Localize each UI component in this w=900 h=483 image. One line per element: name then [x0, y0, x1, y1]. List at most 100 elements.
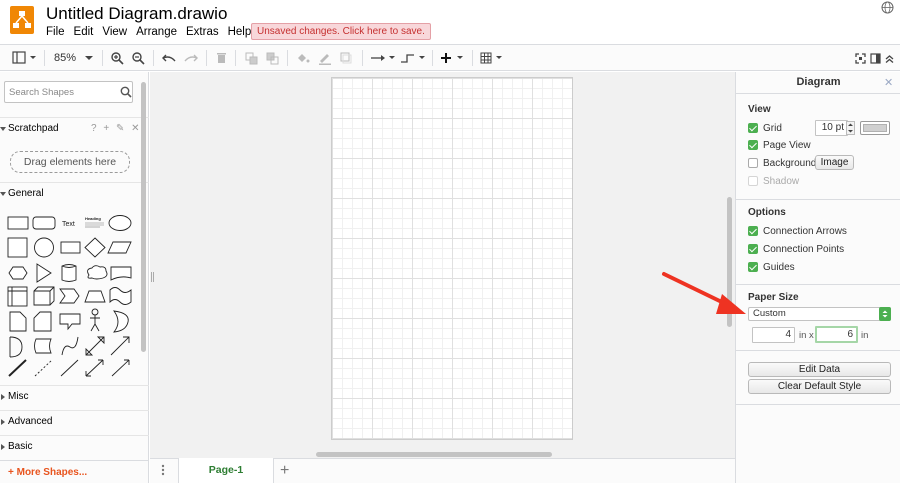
connection-style-dropdown[interactable] [370, 50, 396, 66]
more-shapes-button[interactable]: + More Shapes... [0, 460, 149, 483]
undo-button[interactable] [162, 50, 176, 66]
double-chevron-up-icon [885, 54, 893, 63]
paper-size-select[interactable]: Custom [748, 307, 891, 321]
add-page-button[interactable]: + [280, 462, 289, 480]
edit-data-button[interactable]: Edit Data [748, 362, 891, 377]
trapezoid-shape [84, 290, 106, 303]
insert-dropdown[interactable] [440, 50, 466, 66]
caret-right-icon [1, 444, 5, 450]
waypoint-icon [401, 54, 425, 63]
page-view-checkbox[interactable] [748, 140, 758, 150]
grip-icon [151, 272, 154, 282]
document-title[interactable]: Untitled Diagram.drawio [46, 4, 227, 24]
connection-points-row[interactable]: Connection Points [748, 242, 844, 256]
options-section: Options Connection Arrows Connection Poi… [736, 199, 900, 284]
menu-file[interactable]: File [46, 26, 74, 38]
menu-extras[interactable]: Extras [186, 26, 228, 38]
general-header[interactable]: General [0, 182, 149, 204]
unsaved-changes-notice[interactable]: Unsaved changes. Click here to save. [251, 23, 431, 40]
search-icon[interactable] [120, 86, 132, 98]
bidirectional-connector-shape [85, 359, 104, 377]
grid-size-stepper-icon[interactable] [846, 121, 855, 135]
fullscreen-button[interactable] [854, 50, 866, 66]
waypoints-dropdown[interactable] [400, 50, 426, 66]
panel-layout-icon [12, 51, 36, 64]
grid-checkbox-row[interactable]: Grid [748, 121, 782, 135]
zoom-in-button[interactable] [110, 50, 124, 66]
pages-menu-icon[interactable] [161, 464, 165, 476]
annotation-arrow-icon [662, 272, 746, 314]
to-back-icon [266, 52, 279, 64]
advanced-header[interactable]: Advanced [0, 410, 149, 432]
close-icon[interactable]: ✕ [884, 76, 893, 89]
page-view-checkbox-row[interactable]: Page View [748, 138, 811, 152]
scratchpad-tools[interactable]: ? + ✎ ✕ [91, 118, 142, 140]
background-checkbox-row[interactable]: Background [748, 156, 816, 170]
format-panel-button[interactable] [869, 50, 881, 66]
general-shapes-palette[interactable]: Text Heading [6, 209, 136, 381]
chevron-down-icon [85, 56, 94, 60]
to-front-button[interactable] [245, 50, 258, 66]
paper-height-input[interactable]: 6 [815, 326, 858, 343]
delete-button[interactable] [215, 50, 227, 66]
actions-section: Edit Data Clear Default Style [736, 350, 900, 404]
sidebar-scrollbar[interactable] [141, 82, 146, 352]
horizontal-scrollbar[interactable] [316, 452, 552, 457]
caret-right-icon [1, 419, 5, 425]
hexagon-shape [8, 266, 28, 280]
format-panel: Diagram ✕ View Grid 10 pt Page View Back… [735, 72, 900, 483]
grid-color-button[interactable] [860, 121, 890, 135]
zoom-dropdown[interactable]: 85% [54, 50, 96, 66]
zoom-out-button[interactable] [131, 50, 145, 66]
sidebar-resize-handle[interactable] [151, 272, 154, 282]
misc-header[interactable]: Misc [0, 385, 149, 407]
cloud-shape [87, 265, 108, 280]
square-shape [7, 237, 28, 258]
plus-icon [441, 53, 463, 63]
search-shapes-input[interactable]: Search Shapes [4, 81, 133, 103]
basic-header[interactable]: Basic [0, 435, 149, 457]
background-image-button[interactable]: Image [815, 155, 854, 170]
diagram-canvas[interactable] [150, 72, 735, 458]
shadow-checkbox-row: Shadow [748, 174, 799, 188]
diamond-shape [84, 237, 106, 258]
link-shape [60, 359, 79, 377]
page-tab-page-1[interactable]: Page-1 [178, 458, 274, 483]
table-icon [480, 52, 502, 64]
circle-shape [34, 237, 54, 258]
paper-width-input[interactable]: 4 [752, 327, 795, 343]
grid-checkbox[interactable] [748, 123, 758, 133]
fill-color-button[interactable] [296, 50, 310, 66]
title-bar: Untitled Diagram.drawio File Edit View A… [0, 0, 900, 44]
grid-size-input[interactable]: 10 pt [815, 120, 848, 136]
connection-arrows-checkbox[interactable] [748, 226, 758, 236]
connection-points-checkbox[interactable] [748, 244, 758, 254]
background-checkbox[interactable] [748, 158, 758, 168]
collapse-toolbar-button[interactable] [883, 50, 895, 66]
scratchpad-header[interactable]: Scratchpad ? + ✎ ✕ [0, 117, 149, 139]
table-dropdown[interactable] [480, 50, 506, 66]
connection-arrows-row[interactable]: Connection Arrows [748, 224, 847, 238]
note-shape [9, 311, 27, 332]
text-shape: Text [62, 221, 75, 228]
language-globe-icon[interactable] [881, 1, 894, 14]
to-back-button[interactable] [266, 50, 279, 66]
zoom-level: 85% [54, 52, 77, 64]
menu-view[interactable]: View [102, 26, 136, 38]
caret-down-icon [0, 192, 6, 196]
diagram-page[interactable] [331, 77, 573, 440]
shadow-button[interactable] [340, 50, 352, 66]
line-color-button[interactable] [318, 50, 332, 66]
rectangle-shape [7, 216, 29, 230]
clear-default-style-button[interactable]: Clear Default Style [748, 379, 891, 394]
format-panel-toggle-button[interactable] [12, 50, 38, 66]
redo-button[interactable] [184, 50, 198, 66]
grid-color-swatch [863, 124, 887, 132]
sidebar-panel-icon [869, 52, 881, 64]
menu-arrange[interactable]: Arrange [136, 26, 186, 38]
menu-edit[interactable]: Edit [74, 26, 103, 38]
scratchpad-dropzone[interactable]: Drag elements here [10, 151, 130, 173]
guides-row[interactable]: Guides [748, 260, 795, 274]
drawio-app: Untitled Diagram.drawio File Edit View A… [0, 0, 900, 483]
paper-size-value: Custom [753, 308, 786, 319]
